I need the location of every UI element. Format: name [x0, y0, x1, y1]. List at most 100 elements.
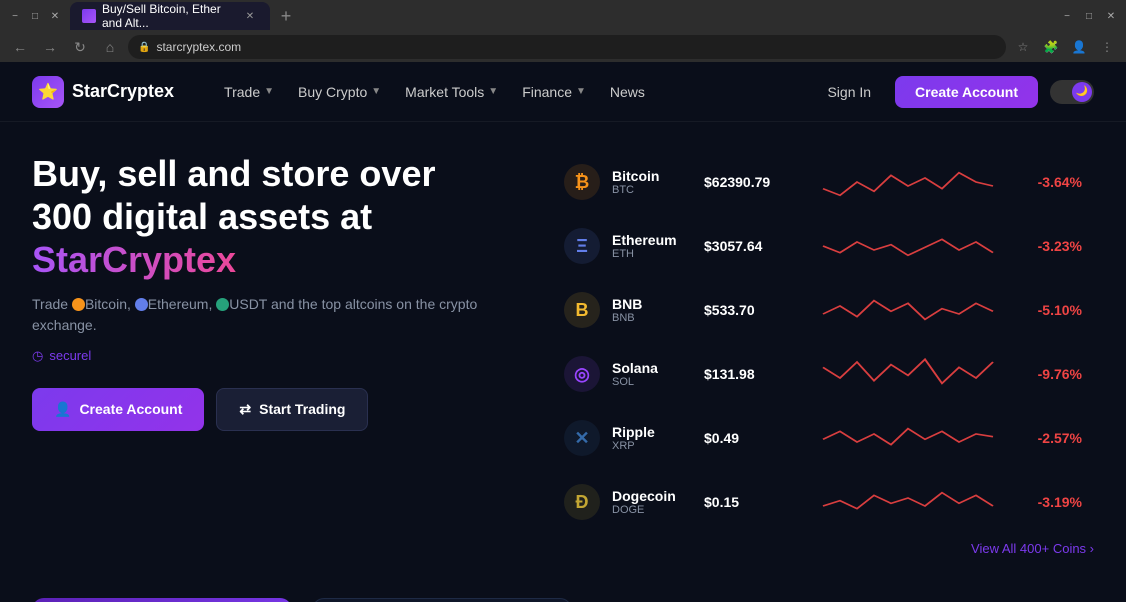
coin-name: Ethereum [612, 232, 692, 248]
theme-toggle-thumb: 🌙 [1072, 82, 1092, 102]
nav-links: Trade ▼ Buy Crypto ▼ Market Tools ▼ Fina… [214, 78, 815, 106]
hero-brand-name: StarCryptex [32, 239, 236, 280]
address-bar-row: ← → ↻ ⌂ 🔒 starcryptex.com ☆ 🧩 👤 ⋮ [0, 32, 1126, 62]
browser-titlebar: − □ ✕ Buy/Sell Bitcoin, Ether and Alt...… [0, 0, 1126, 32]
secure-icon: ◷ [32, 348, 43, 364]
coin-chart [806, 226, 1010, 266]
theme-toggle[interactable]: 🌙 [1050, 80, 1094, 104]
crypto-row[interactable]: B BNB BNB $533.70 -5.10% [552, 280, 1094, 340]
minimize-button[interactable]: − [8, 9, 22, 23]
coin-name: Dogecoin [612, 488, 692, 504]
close-button[interactable]: ✕ [48, 9, 62, 23]
hero-buttons: 👤 Create Account ⇄ Start Trading [32, 388, 512, 431]
tab-title: Buy/Sell Bitcoin, Ether and Alt... [102, 2, 236, 30]
browser-chrome: − □ ✕ Buy/Sell Bitcoin, Ether and Alt...… [0, 0, 1126, 62]
secure-label: ◷ securel [32, 348, 512, 364]
window-control-buttons: − □ ✕ [1060, 9, 1118, 23]
coin-price: $131.98 [704, 366, 794, 382]
coin-price: $3057.64 [704, 238, 794, 254]
back-button[interactable]: ← [8, 35, 32, 59]
win-restore[interactable]: □ [1082, 9, 1096, 23]
finance-chevron: ▼ [576, 86, 586, 97]
home-button[interactable]: ⌂ [98, 35, 122, 59]
crypto-row[interactable]: Ð Dogecoin DOGE $0.15 -3.19% [552, 472, 1094, 532]
coin-ticker: BTC [612, 184, 692, 196]
coin-icon: Ð [564, 484, 600, 520]
coin-info: Solana SOL [612, 360, 692, 388]
ethereum-icon [135, 298, 148, 311]
coin-icon: ◎ [564, 356, 600, 392]
reload-button[interactable]: ↻ [68, 35, 92, 59]
coin-name: Bitcoin [612, 168, 692, 184]
create-icon: 👤 [54, 401, 71, 418]
coin-ticker: DOGE [612, 504, 692, 516]
navbar: ⭐ StarCryptex Trade ▼ Buy Crypto ▼ Marke… [0, 62, 1126, 122]
nav-market-tools[interactable]: Market Tools ▼ [395, 78, 508, 106]
coin-price: $533.70 [704, 302, 794, 318]
coin-info: Dogecoin DOGE [612, 488, 692, 516]
logo-text: StarCryptex [72, 81, 174, 102]
market-tools-chevron: ▼ [488, 86, 498, 97]
nav-finance[interactable]: Finance ▼ [512, 78, 596, 106]
bottom-cards: "Name" Card ▲ 4.71% Security [0, 578, 1126, 602]
address-bar-actions: ☆ 🧩 👤 ⋮ [1012, 36, 1118, 58]
extensions-button[interactable]: 🧩 [1040, 36, 1062, 58]
coin-change: -9.76% [1022, 366, 1082, 382]
signin-button[interactable]: Sign In [815, 78, 883, 106]
coin-name: Ripple [612, 424, 692, 440]
coin-change: -3.64% [1022, 174, 1082, 190]
view-all-section: View All 400+ Coins › [552, 540, 1094, 558]
crypto-row[interactable]: ₿ Bitcoin BTC $62390.79 -3.64% [552, 152, 1094, 212]
new-tab-button[interactable]: + [272, 2, 300, 30]
coin-icon: B [564, 292, 600, 328]
bitcoin-icon [72, 298, 85, 311]
website-content: ⭐ StarCryptex Trade ▼ Buy Crypto ▼ Marke… [0, 62, 1126, 602]
view-all-link[interactable]: View All 400+ Coins › [971, 541, 1094, 556]
hero-title-line2: 300 digital assets at [32, 196, 372, 237]
profile-button[interactable]: 👤 [1068, 36, 1090, 58]
coin-info: Ripple XRP [612, 424, 692, 452]
active-tab[interactable]: Buy/Sell Bitcoin, Ether and Alt... ✕ [70, 2, 270, 30]
crypto-row[interactable]: ◎ Solana SOL $131.98 -9.76% [552, 344, 1094, 404]
coin-chart [806, 354, 1010, 394]
coin-ticker: BNB [612, 312, 692, 324]
crypto-row[interactable]: ✕ Ripple XRP $0.49 -2.57% [552, 408, 1094, 468]
menu-button[interactable]: ⋮ [1096, 36, 1118, 58]
hero-create-account-button[interactable]: 👤 Create Account [32, 388, 204, 431]
coin-info: Bitcoin BTC [612, 168, 692, 196]
create-account-button[interactable]: Create Account [895, 76, 1038, 108]
hero-left: Buy, sell and store over 300 digital ass… [32, 152, 512, 431]
maximize-button[interactable]: □ [28, 9, 42, 23]
win-close[interactable]: ✕ [1104, 9, 1118, 23]
trade-chevron: ▼ [264, 86, 274, 97]
tab-close-button[interactable]: ✕ [242, 8, 258, 24]
bookmark-button[interactable]: ☆ [1012, 36, 1034, 58]
hero-start-trading-button[interactable]: ⇄ Start Trading [216, 388, 368, 431]
crypto-table: ₿ Bitcoin BTC $62390.79 -3.64% Ξ Ethereu… [552, 152, 1094, 532]
logo[interactable]: ⭐ StarCryptex [32, 76, 174, 108]
coin-chart [806, 418, 1010, 458]
coin-icon: ₿ [564, 164, 600, 200]
nav-news[interactable]: News [600, 78, 655, 106]
nav-trade[interactable]: Trade ▼ [214, 78, 284, 106]
coin-price: $0.49 [704, 430, 794, 446]
hero-title: Buy, sell and store over 300 digital ass… [32, 152, 512, 282]
coin-info: Ethereum ETH [612, 232, 692, 260]
address-bar[interactable]: 🔒 starcryptex.com [128, 35, 1006, 59]
ssl-lock-icon: 🔒 [138, 42, 150, 53]
coin-chart [806, 482, 1010, 522]
coin-icon: ✕ [564, 420, 600, 456]
nav-buy-crypto[interactable]: Buy Crypto ▼ [288, 78, 391, 106]
coin-change: -5.10% [1022, 302, 1082, 318]
hero-subtitle: Trade Bitcoin, Ethereum, USDT and the to… [32, 294, 512, 336]
nav-actions: Sign In Create Account 🌙 [815, 76, 1094, 108]
coin-price: $0.15 [704, 494, 794, 510]
name-card-preview: "Name" Card [32, 598, 292, 602]
trade-icon: ⇄ [239, 401, 251, 418]
win-minimize[interactable]: − [1060, 9, 1074, 23]
coin-price: $62390.79 [704, 174, 794, 190]
forward-button[interactable]: → [38, 35, 62, 59]
coin-name: BNB [612, 296, 692, 312]
usdt-icon [216, 298, 229, 311]
crypto-row[interactable]: Ξ Ethereum ETH $3057.64 -3.23% [552, 216, 1094, 276]
